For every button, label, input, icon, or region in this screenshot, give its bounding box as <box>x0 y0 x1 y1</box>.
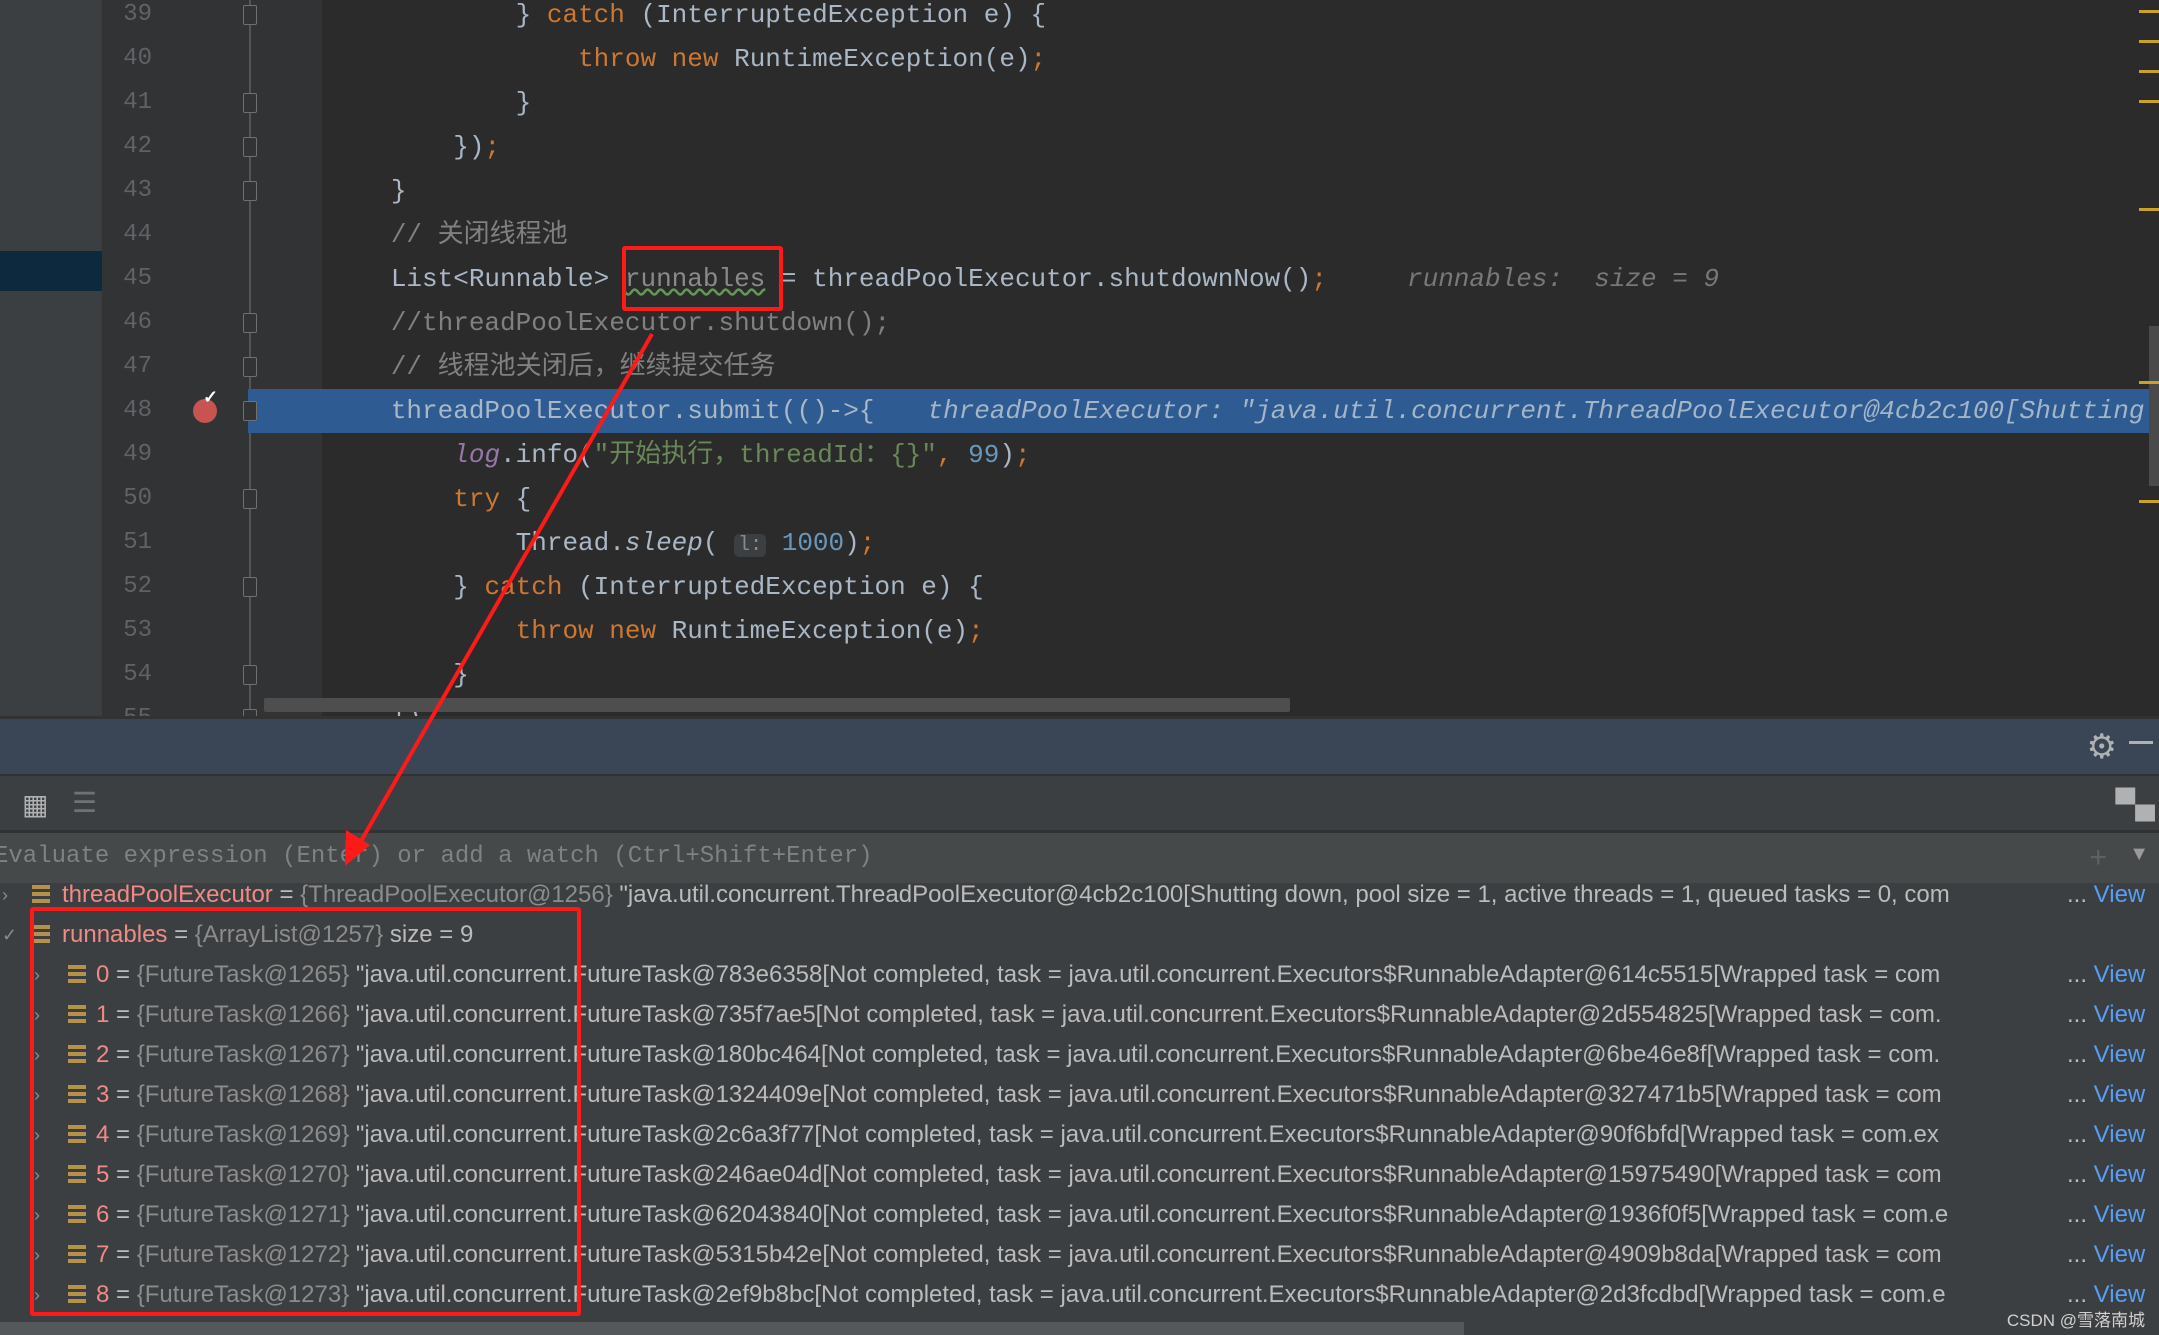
watermark: CSDN @雪落南城 <box>2006 1311 2145 1330</box>
annotation-arrow <box>345 333 654 866</box>
arrow-shaft <box>355 333 654 849</box>
